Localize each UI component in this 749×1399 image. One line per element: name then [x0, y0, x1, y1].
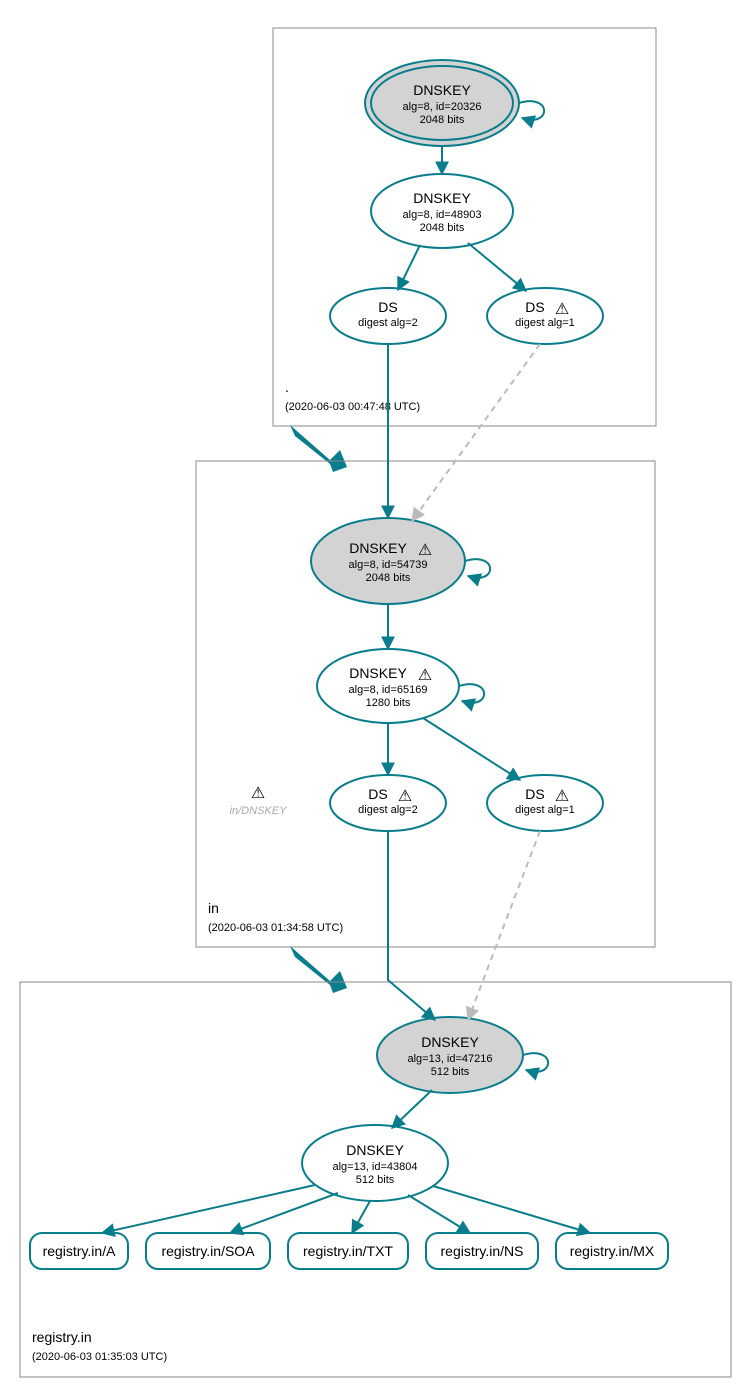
zone-root-label: .	[285, 379, 289, 395]
zone-in-timestamp: (2020-06-03 01:34:58 UTC)	[208, 922, 343, 934]
svg-text:2048 bits: 2048 bits	[420, 222, 465, 234]
zone-arrow-in-registry	[290, 946, 347, 993]
edge-root-ksk-self	[519, 101, 544, 120]
svg-text:digest alg=2: digest alg=2	[358, 317, 418, 329]
node-in-ksk: DNSKEY ⚠ alg=8, id=54739 2048 bits	[311, 518, 465, 604]
svg-text:1280 bits: 1280 bits	[366, 697, 411, 709]
zone-registry-timestamp: (2020-06-03 01:35:03 UTC)	[32, 1351, 167, 1363]
node-rr-ns: registry.in/NS	[426, 1233, 538, 1269]
svg-text:alg=8, id=54739: alg=8, id=54739	[349, 559, 428, 571]
svg-text:in/DNSKEY: in/DNSKEY	[230, 805, 288, 817]
node-root-ds2: DS digest alg=2	[330, 288, 446, 344]
node-root-zsk: DNSKEY alg=8, id=48903 2048 bits	[371, 174, 513, 248]
edge-in-ds2-reg-ksk	[388, 831, 435, 1020]
svg-text:alg=13, id=43804: alg=13, id=43804	[332, 1161, 417, 1173]
warning-icon: ⚠	[398, 788, 412, 805]
svg-text:DNSKEY: DNSKEY	[413, 190, 471, 206]
svg-text:DNSKEY: DNSKEY	[346, 1142, 404, 1158]
svg-text:alg=8, id=65169: alg=8, id=65169	[349, 684, 428, 696]
svg-text:registry.in/NS: registry.in/NS	[441, 1243, 524, 1259]
edge-zsk-mx	[433, 1186, 590, 1233]
node-rr-a: registry.in/A	[30, 1233, 128, 1269]
edge-in-zsk-self	[459, 684, 484, 703]
svg-text:DS: DS	[378, 299, 397, 315]
zone-root-timestamp: (2020-06-03 00:47:48 UTC)	[285, 401, 420, 413]
zone-in-label: in	[208, 900, 219, 916]
svg-text:registry.in/MX: registry.in/MX	[570, 1243, 655, 1259]
warning-icon: ⚠	[418, 542, 432, 559]
svg-text:DS: DS	[525, 786, 544, 802]
svg-text:DNSKEY: DNSKEY	[349, 540, 407, 556]
node-rr-txt: registry.in/TXT	[288, 1233, 408, 1269]
edge-root-ds1-in-ksk	[412, 344, 540, 521]
svg-text:512 bits: 512 bits	[356, 1174, 395, 1186]
warning-icon: ⚠	[555, 788, 569, 805]
svg-text:registry.in/SOA: registry.in/SOA	[161, 1243, 255, 1259]
warning-icon: ⚠	[251, 785, 265, 802]
svg-text:DNSKEY: DNSKEY	[349, 665, 407, 681]
node-in-ds1: DS ⚠ digest alg=1	[487, 775, 603, 831]
edge-in-ksk-self	[465, 559, 490, 578]
node-rr-soa: registry.in/SOA	[146, 1233, 270, 1269]
svg-text:DNSKEY: DNSKEY	[413, 82, 471, 98]
zone-registry-label: registry.in	[32, 1329, 92, 1345]
edge-zsk-txt	[352, 1201, 370, 1233]
node-in-dnskey-ghost: ⚠ in/DNSKEY	[230, 785, 288, 817]
edge-zsk-soa	[230, 1193, 338, 1233]
edge-root-zsk-ds2	[398, 245, 420, 290]
svg-text:2048 bits: 2048 bits	[420, 114, 465, 126]
dnssec-chain-diagram: . (2020-06-03 00:47:48 UTC) DNSKEY alg=8…	[0, 0, 749, 1399]
svg-text:registry.in/A: registry.in/A	[43, 1243, 117, 1259]
edge-in-zsk-ds1	[423, 718, 520, 780]
edge-zsk-ns	[408, 1195, 470, 1233]
svg-text:alg=8, id=48903: alg=8, id=48903	[403, 209, 482, 221]
svg-text:DS: DS	[525, 299, 544, 315]
warning-icon: ⚠	[555, 301, 569, 318]
node-rr-mx: registry.in/MX	[556, 1233, 668, 1269]
node-root-ksk: DNSKEY alg=8, id=20326 2048 bits	[365, 60, 519, 146]
zone-arrow-root-in	[290, 425, 347, 472]
svg-text:512 bits: 512 bits	[431, 1066, 470, 1078]
edge-reg-ksk-zsk	[392, 1090, 432, 1128]
node-reg-ksk: DNSKEY alg=13, id=47216 512 bits	[377, 1017, 523, 1093]
edge-zsk-a	[102, 1185, 315, 1233]
node-root-ds1: DS ⚠ digest alg=1	[487, 288, 603, 344]
svg-text:registry.in/TXT: registry.in/TXT	[303, 1243, 393, 1259]
svg-text:alg=13, id=47216: alg=13, id=47216	[407, 1053, 492, 1065]
edge-root-zsk-ds1	[468, 243, 526, 291]
warning-icon: ⚠	[418, 667, 432, 684]
svg-text:alg=8, id=20326: alg=8, id=20326	[403, 101, 482, 113]
node-in-zsk: DNSKEY ⚠ alg=8, id=65169 1280 bits	[317, 649, 459, 723]
node-in-ds2: DS ⚠ digest alg=2	[330, 775, 446, 831]
svg-text:DNSKEY: DNSKEY	[421, 1034, 479, 1050]
svg-text:DS: DS	[368, 786, 387, 802]
node-reg-zsk: DNSKEY alg=13, id=43804 512 bits	[302, 1125, 448, 1201]
svg-text:digest alg=1: digest alg=1	[515, 804, 575, 816]
svg-text:2048 bits: 2048 bits	[366, 572, 411, 584]
edge-in-ds1-reg-ksk	[468, 831, 540, 1020]
edge-reg-ksk-self	[523, 1053, 548, 1072]
svg-text:digest alg=1: digest alg=1	[515, 317, 575, 329]
svg-text:digest alg=2: digest alg=2	[358, 804, 418, 816]
